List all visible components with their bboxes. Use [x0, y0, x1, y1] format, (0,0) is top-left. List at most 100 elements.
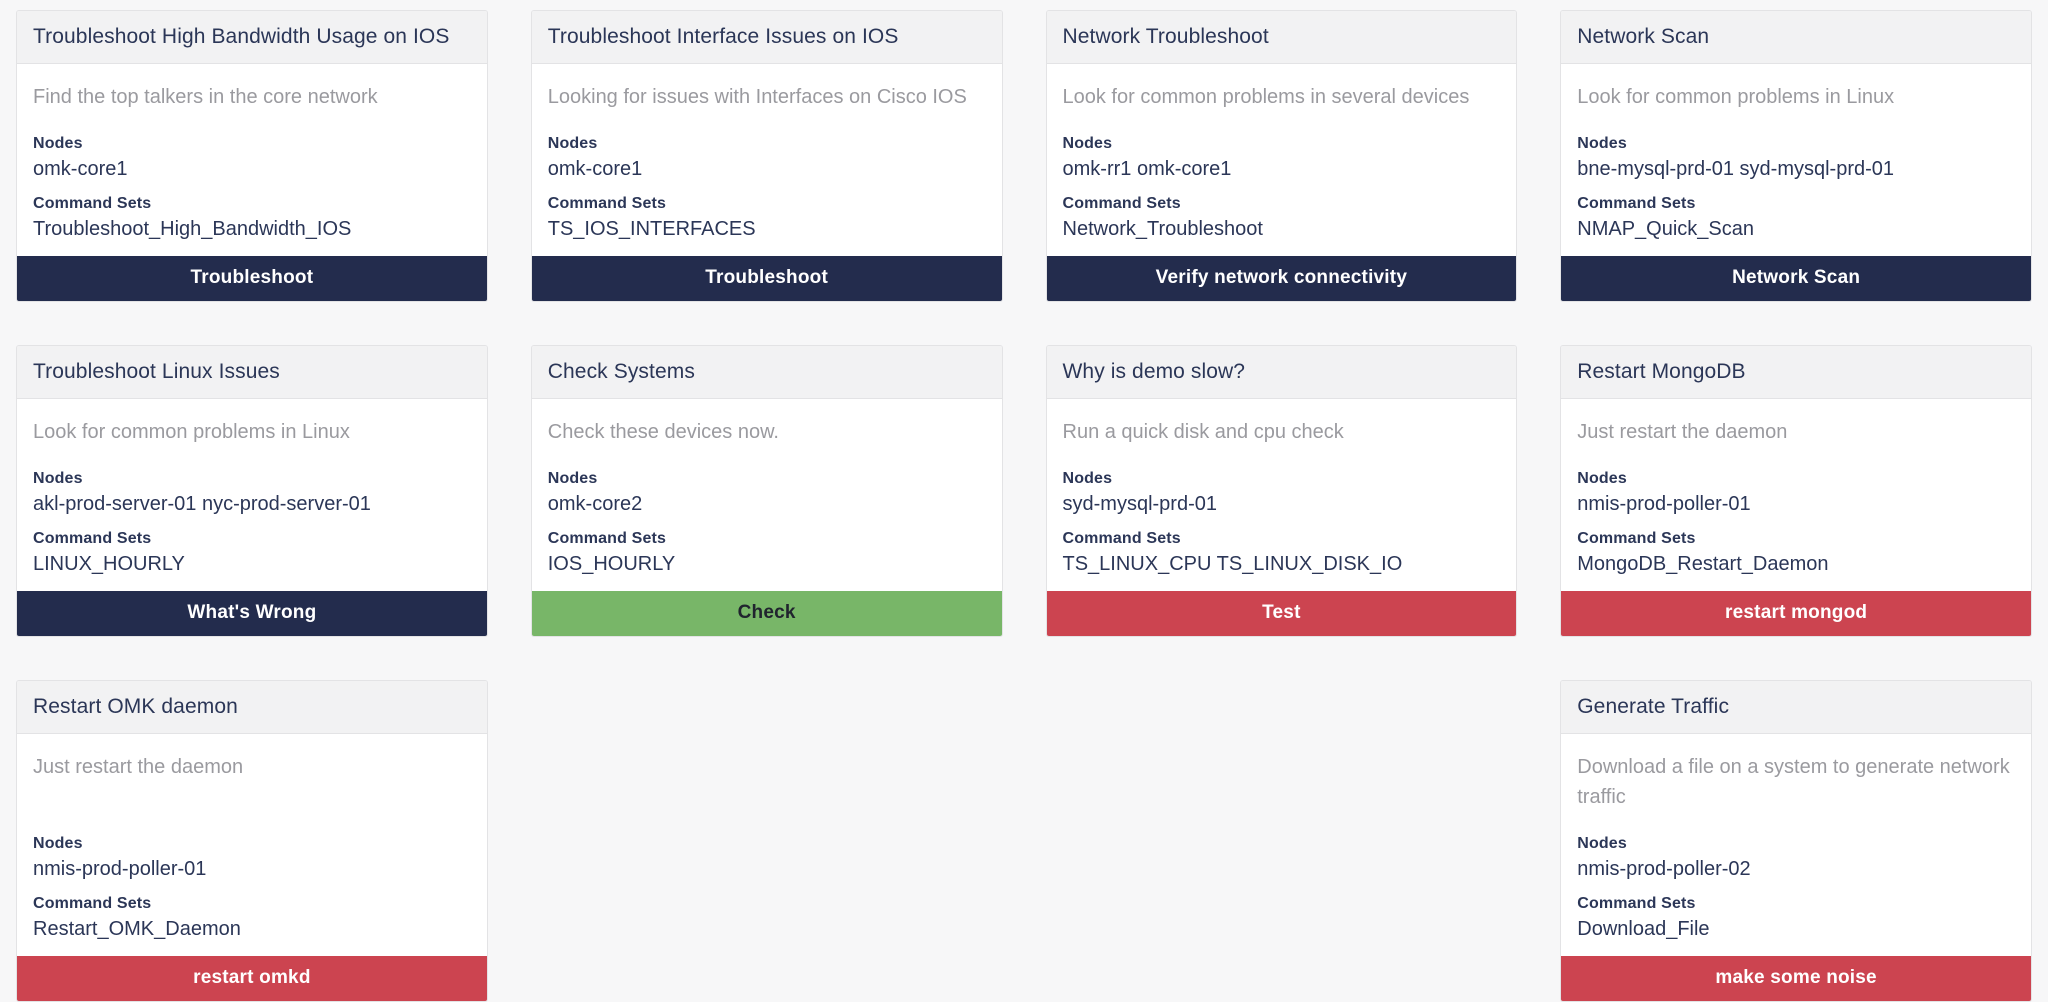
command-sets-value: MongoDB_Restart_Daemon: [1577, 553, 1829, 575]
nodes-label: Nodes: [33, 470, 83, 487]
task-card-body: Just restart the daemon Nodes nmis-prod-po…: [17, 734, 487, 956]
task-card-title: Network Troubleshoot: [1062, 25, 1269, 48]
task-card-header: Network Troubleshoot: [1046, 11, 1517, 64]
task-card-body: Run a quick disk and cpu check Nodes syd-m…: [1046, 399, 1517, 591]
task-card-header: Network Scan: [1561, 11, 2031, 64]
empty-grid-cell: [1046, 680, 1518, 681]
task-card[interactable]: Restart OMK daemon Just restart the daemo…: [16, 680, 488, 1002]
task-card-title: Restart OMK daemon: [33, 695, 238, 718]
task-card-description: Check these devices now.: [547, 421, 779, 443]
task-card-description: Look for common problems in several devi…: [1062, 86, 1470, 108]
task-card-body: Just restart the daemon Nodes nmis-prod-po…: [1561, 399, 2031, 591]
task-card-description: Looking for issues with Interfaces on Ci…: [547, 86, 967, 108]
nodes-label: Nodes: [547, 470, 598, 487]
task-card-description: Just restart the daemon: [33, 756, 244, 778]
command-sets-value: Restart_OMK_Daemon: [33, 918, 241, 940]
nodes-label: Nodes: [1062, 135, 1113, 152]
nodes-value: bne-mysql-prd-01 syd-mysql-prd-01: [1577, 158, 1895, 180]
task-card-header: Troubleshoot Linux Issues: [17, 346, 487, 399]
task-card-action-button[interactable]: What's Wrong: [17, 591, 487, 636]
task-card[interactable]: Check Systems Check these devices now. Nod…: [530, 345, 1003, 637]
task-card-body: Look for common problems in Linux Nodes ak…: [17, 399, 487, 591]
task-card-body: Look for common problems in several devi…: [1046, 64, 1517, 256]
nodes-label: Nodes: [1577, 470, 1627, 487]
command-sets-label: Command Sets: [1577, 195, 1696, 212]
task-card[interactable]: Troubleshoot Interface Issues on IOS Look…: [530, 10, 1003, 302]
task-card-cell: Restart OMK daemon Just restart the daemo…: [16, 680, 488, 1002]
task-card-action-button[interactable]: Troubleshoot: [17, 256, 487, 301]
nodes-value: akl-prod-server-01 nyc-prod-server-01: [33, 493, 371, 515]
task-card-title: Network Scan: [1577, 25, 1710, 48]
command-sets-value: Troubleshoot_High_Bandwidth_IOS: [33, 218, 352, 240]
task-card-description: Find the top talkers in the core network: [33, 86, 378, 108]
empty-grid-cell: [531, 680, 1003, 681]
task-card[interactable]: Troubleshoot Linux Issues Look for common…: [16, 345, 488, 637]
task-card-cell: Network Troubleshoot Look for common prob…: [1045, 10, 1518, 302]
task-card-cell: Network Scan Look for common problems in …: [1560, 10, 2032, 302]
task-card-action-button[interactable]: Test: [1046, 591, 1517, 636]
task-card-title: Check Systems: [547, 360, 695, 383]
nodes-value: omk-core1: [33, 158, 128, 180]
task-card[interactable]: Network Scan Look for common problems in …: [1560, 10, 2032, 302]
task-card[interactable]: Restart MongoDB Just restart the daemon No…: [1560, 345, 2032, 637]
task-card-cell: Troubleshoot Linux Issues Look for common…: [16, 345, 488, 637]
task-card-title: Restart MongoDB: [1577, 360, 1746, 383]
command-sets-value: LINUX_HOURLY: [33, 553, 185, 575]
task-card-title: Troubleshoot Linux Issues: [33, 360, 280, 383]
task-card[interactable]: Network Troubleshoot Look for common prob…: [1045, 10, 1518, 302]
task-card-header: Check Systems: [531, 346, 1002, 399]
nodes-label: Nodes: [547, 135, 598, 152]
command-sets-value: NMAP_Quick_Scan: [1577, 218, 1754, 240]
nodes-label: Nodes: [1577, 835, 1627, 852]
nodes-label: Nodes: [33, 835, 83, 852]
task-card-action-button[interactable]: make some noise: [1561, 956, 2031, 1001]
nodes-value: nmis-prod-poller-02: [1577, 858, 1751, 880]
task-card-header: Restart MongoDB: [1561, 346, 2031, 399]
command-sets-value: TS_IOS_INTERFACES: [547, 218, 756, 240]
task-card-description: Download a file on a system to generate …: [1577, 756, 2010, 808]
task-card-cell: Check Systems Check these devices now. Nod…: [530, 345, 1003, 637]
task-card-body: Look for common problems in Linux Nodes bn…: [1561, 64, 2031, 256]
command-sets-value: Network_Troubleshoot: [1062, 218, 1263, 240]
task-card-cell: Troubleshoot High Bandwidth Usage on IOS…: [16, 10, 488, 302]
task-card-action-button[interactable]: restart mongod: [1561, 591, 2031, 636]
task-card-action-button[interactable]: Network Scan: [1561, 256, 2031, 301]
task-card-description: Look for common problems in Linux: [33, 421, 350, 443]
task-card-header: Why is demo slow?: [1046, 346, 1517, 399]
task-card-header: Restart OMK daemon: [17, 681, 487, 734]
task-card-header: Troubleshoot Interface Issues on IOS: [531, 11, 1002, 64]
task-card[interactable]: Generate Traffic Download a file on a sys…: [1560, 680, 2032, 1002]
task-card-title: Troubleshoot High Bandwidth Usage on IOS: [33, 25, 450, 48]
task-card-description: Look for common problems in Linux: [1577, 86, 1895, 108]
task-card-header: Troubleshoot High Bandwidth Usage on IOS: [17, 11, 487, 64]
task-card-action-button[interactable]: Troubleshoot: [531, 256, 1002, 301]
task-card-body: Looking for issues with Interfaces on Ci…: [531, 64, 1002, 256]
task-card-cell: Restart MongoDB Just restart the daemon No…: [1560, 345, 2032, 637]
nodes-value: syd-mysql-prd-01: [1062, 493, 1217, 515]
nodes-label: Nodes: [33, 135, 83, 152]
task-card-description: Run a quick disk and cpu check: [1062, 421, 1344, 443]
task-card[interactable]: Why is demo slow? Run a quick disk and cp…: [1045, 345, 1518, 637]
command-sets-value: TS_LINUX_CPU TS_LINUX_DISK_IO: [1062, 553, 1403, 575]
command-sets-value: Download_File: [1577, 918, 1710, 940]
nodes-value: omk-core1: [547, 158, 643, 180]
command-sets-label: Command Sets: [1062, 195, 1181, 212]
command-sets-label: Command Sets: [1577, 530, 1696, 547]
task-card-action-button[interactable]: Check: [531, 591, 1002, 636]
command-sets-label: Command Sets: [33, 195, 152, 212]
task-card-title: Why is demo slow?: [1062, 360, 1246, 383]
task-card-body: Check these devices now. Nodes omk-core2 Co…: [531, 399, 1002, 591]
task-card-cell: Generate Traffic Download a file on a sys…: [1560, 680, 2032, 1002]
task-card-cell: Troubleshoot Interface Issues on IOS Look…: [530, 10, 1003, 302]
task-card-action-button[interactable]: restart omkd: [17, 956, 487, 1001]
task-card-cell: Why is demo slow? Run a quick disk and cp…: [1045, 345, 1518, 637]
nodes-value: nmis-prod-poller-01: [1577, 493, 1751, 515]
nodes-value: omk-core2: [547, 493, 643, 515]
nodes-label: Nodes: [1577, 135, 1627, 152]
command-sets-label: Command Sets: [33, 895, 152, 912]
nodes-label: Nodes: [1062, 470, 1113, 487]
task-card-title: Generate Traffic: [1577, 695, 1730, 718]
task-card[interactable]: Troubleshoot High Bandwidth Usage on IOS…: [16, 10, 488, 302]
task-card-action-button[interactable]: Verify network connectivity: [1046, 256, 1517, 301]
nodes-value: nmis-prod-poller-01: [33, 858, 207, 880]
